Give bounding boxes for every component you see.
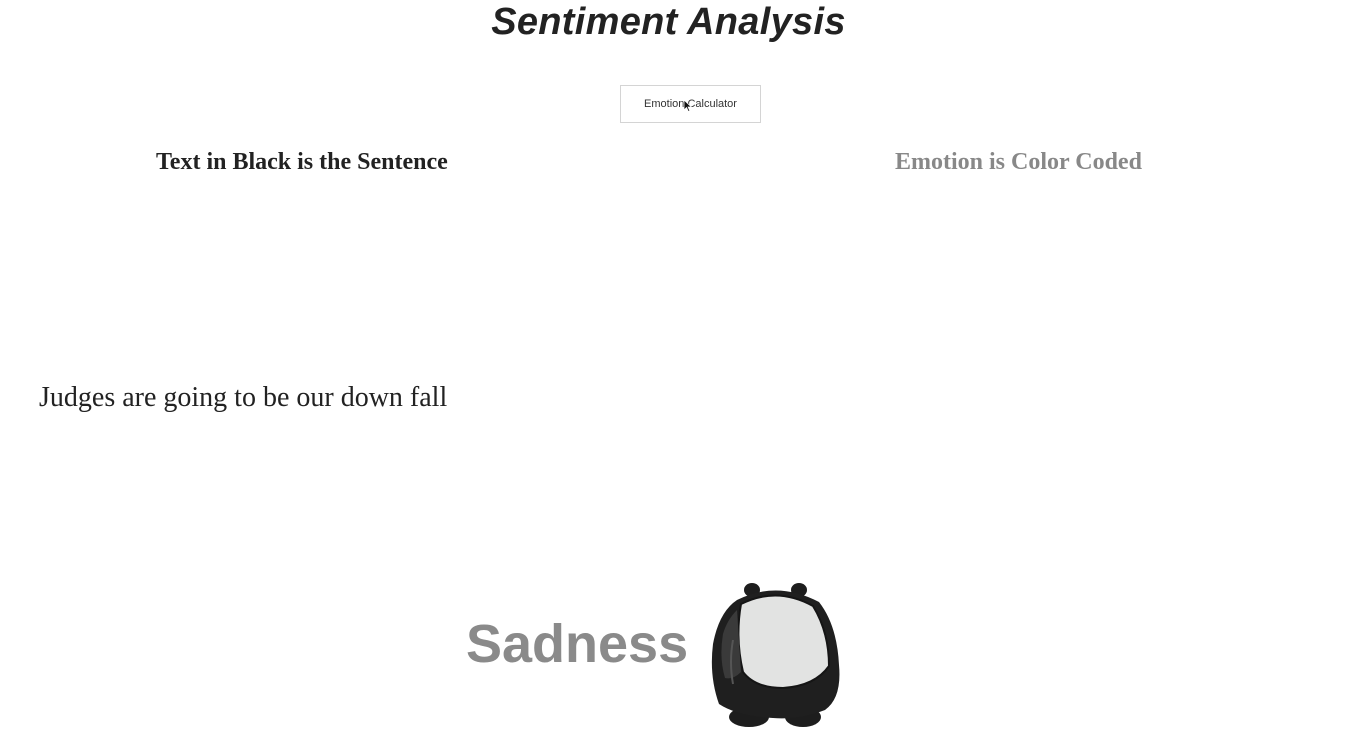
emotion-calculator-button[interactable]: Emotion Calculator [620,85,761,123]
sad-panda-icon [711,583,840,727]
emotion-column-heading: Emotion is Color Coded [895,149,1142,175]
sentence-column-heading: Text in Black is the Sentence [156,149,448,175]
analyzed-sentence: Judges are going to be our down fall [39,382,448,413]
emotion-label: Sadness [466,614,689,674]
page-title: Sentiment Analysis [491,1,846,43]
